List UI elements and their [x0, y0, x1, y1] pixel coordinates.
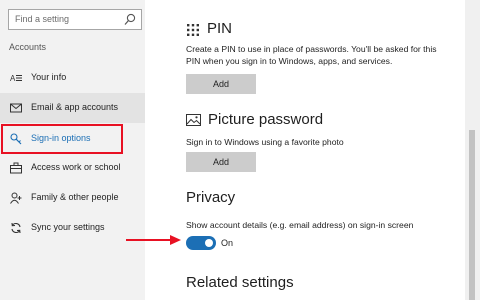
search-input[interactable]: Find a setting: [15, 14, 69, 24]
privacy-heading: Privacy: [186, 189, 236, 206]
account-details-toggle[interactable]: [186, 236, 216, 250]
privacy-description: Show account details (e.g. email address…: [186, 220, 414, 230]
sidebar-item-label: Sync your settings: [31, 222, 105, 232]
pin-add-button[interactable]: Add: [186, 74, 256, 94]
sidebar-item-label: Your info: [31, 72, 67, 82]
pin-heading: PIN: [207, 20, 233, 37]
picture-icon: [186, 114, 201, 126]
toggle-state-label: On: [221, 238, 234, 248]
sidebar-item-label: Access work or school: [31, 162, 121, 172]
pin-description: Create a PIN to use in place of password…: [186, 44, 437, 67]
search-icon[interactable]: [124, 13, 136, 26]
related-settings-heading: Related settings: [186, 274, 294, 291]
main-content: PIN Create a PIN to use in place of pass…: [145, 0, 465, 300]
sidebar-item-sync[interactable]: Sync your settings: [0, 213, 145, 243]
briefcase-icon: [10, 162, 22, 174]
sidebar-item-your-info[interactable]: A Your info: [0, 63, 145, 93]
sidebar-item-email-accounts[interactable]: Email & app accounts: [0, 93, 145, 123]
picture-password-add-button[interactable]: Add: [186, 152, 256, 172]
keypad-icon: [187, 24, 199, 36]
sidebar-item-label: Family & other people: [31, 192, 119, 202]
sidebar-heading: Accounts: [9, 42, 47, 52]
scrollbar-thumb[interactable]: [469, 130, 475, 300]
svg-text:A: A: [10, 74, 16, 83]
picture-password-heading: Picture password: [208, 111, 324, 128]
add-person-icon: [10, 192, 22, 204]
arrow-annotation-icon: [126, 235, 181, 245]
picture-password-description: Sign in to Windows using a favorite phot…: [186, 137, 344, 147]
person-card-icon: A: [10, 74, 22, 83]
sidebar: Find a setting Accounts A Your info Emai…: [0, 0, 145, 300]
sidebar-item-access-work[interactable]: Access work or school: [0, 153, 145, 183]
pin-description-line: Create a PIN to use in place of password…: [186, 44, 437, 54]
sync-icon: [11, 222, 21, 234]
pin-description-line: PIN when you sign in to Windows, apps, a…: [186, 55, 393, 66]
toggle-knob: [205, 239, 213, 247]
sidebar-item-family[interactable]: Family & other people: [0, 183, 145, 213]
mail-icon: [10, 103, 22, 113]
sidebar-item-label: Email & app accounts: [31, 102, 119, 112]
search-box[interactable]: Find a setting: [8, 9, 142, 30]
highlight-box: [1, 124, 123, 154]
